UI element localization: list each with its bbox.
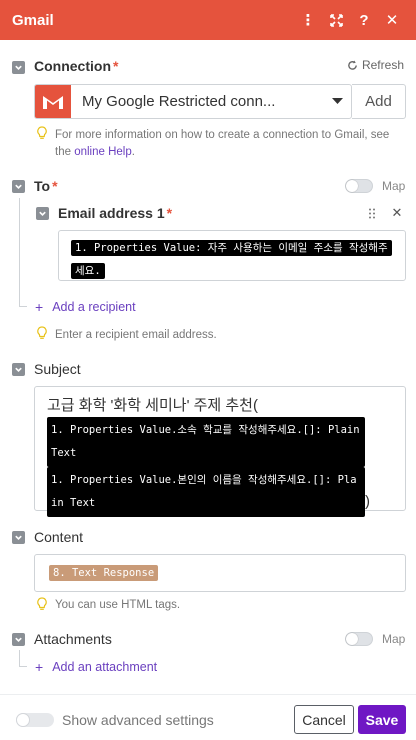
online-help-link[interactable]: online Help bbox=[74, 146, 132, 158]
connection-selected-value: My Google Restricted conn... bbox=[82, 93, 276, 110]
attachments-label: Attachments bbox=[34, 631, 112, 647]
connection-hint: For more information on how to create a … bbox=[55, 129, 390, 158]
to-hint: Enter a recipient email address. bbox=[55, 329, 217, 341]
lightbulb-icon bbox=[37, 326, 47, 339]
name-value-pill[interactable]: 1. Properties Value.본인의 이름을 작성해주세요.[]: P… bbox=[47, 467, 365, 517]
text-response-pill[interactable]: 8. Text Response bbox=[49, 565, 159, 581]
drag-handle-icon[interactable] bbox=[365, 205, 379, 221]
email-value-pill[interactable]: 1. Properties Value: 자주 사용하는 이메일 주소를 작성해… bbox=[71, 240, 392, 279]
more-options-icon[interactable]: ⋮ bbox=[294, 6, 322, 34]
add-attachment-button[interactable]: + Add an attachment bbox=[35, 659, 157, 675]
content-hint: You can use HTML tags. bbox=[55, 599, 181, 611]
cancel-button[interactable]: Cancel bbox=[294, 705, 354, 734]
email-address-1-label: Email address 1 * bbox=[58, 205, 173, 221]
plus-icon: + bbox=[35, 659, 44, 675]
to-label: To * bbox=[34, 178, 58, 194]
email-address-1-collapse-icon[interactable] bbox=[36, 207, 49, 220]
content-input[interactable]: 8. Text Response bbox=[34, 554, 406, 592]
add-recipient-button[interactable]: + Add a recipient bbox=[35, 299, 136, 315]
subject-label: Subject bbox=[34, 361, 81, 377]
attachments-collapse-icon[interactable] bbox=[12, 633, 25, 646]
to-map-label: Map bbox=[382, 179, 406, 193]
gmail-logo-icon bbox=[35, 85, 71, 118]
advanced-switch[interactable] bbox=[16, 713, 54, 727]
connection-collapse-icon[interactable] bbox=[12, 61, 25, 74]
close-icon[interactable]: ✕ bbox=[378, 6, 406, 34]
tree-line bbox=[19, 306, 27, 307]
module-header: Gmail ⋮ ? ✕ bbox=[0, 0, 416, 40]
tree-line bbox=[19, 666, 27, 667]
subject-suffix-text: ) bbox=[365, 493, 370, 510]
attachments-map-toggle[interactable] bbox=[345, 632, 373, 646]
lightbulb-icon bbox=[37, 597, 47, 610]
save-button[interactable]: Save bbox=[358, 705, 406, 734]
chevron-down-icon[interactable] bbox=[323, 98, 351, 105]
subject-input[interactable]: 고급 화학 '화학 세미나' 주제 추천( 1. Properties Valu… bbox=[34, 386, 406, 517]
tree-line bbox=[19, 198, 20, 306]
remove-item-icon[interactable]: ✕ bbox=[390, 205, 404, 221]
attachments-map-label: Map bbox=[382, 632, 406, 646]
to-map-toggle[interactable] bbox=[345, 179, 373, 193]
subject-prefix-text: 고급 화학 '화학 세미나' 주제 추천( bbox=[47, 397, 258, 414]
connection-label: Connection * bbox=[34, 58, 119, 74]
expand-icon[interactable] bbox=[322, 6, 350, 34]
module-title: Gmail bbox=[12, 11, 54, 29]
email-address-1-input[interactable]: 1. Properties Value: 자주 사용하는 이메일 주소를 작성해… bbox=[58, 230, 406, 281]
add-connection-button[interactable]: Add bbox=[352, 84, 406, 119]
refresh-button[interactable]: Refresh bbox=[347, 58, 404, 72]
footer-divider bbox=[0, 694, 416, 695]
advanced-settings-toggle[interactable]: Show advanced settings bbox=[16, 712, 214, 728]
school-value-pill[interactable]: 1. Properties Value.소속 학교를 작성해주세요.[]: Pl… bbox=[47, 417, 365, 467]
refresh-icon bbox=[348, 59, 357, 70]
connection-select[interactable]: My Google Restricted conn... bbox=[34, 84, 352, 119]
tree-line bbox=[19, 650, 20, 666]
content-collapse-icon[interactable] bbox=[12, 531, 25, 544]
help-icon[interactable]: ? bbox=[350, 6, 378, 34]
to-collapse-icon[interactable] bbox=[12, 180, 25, 193]
content-label: Content bbox=[34, 529, 84, 545]
plus-icon: + bbox=[35, 299, 44, 315]
subject-collapse-icon[interactable] bbox=[12, 363, 25, 376]
lightbulb-icon bbox=[37, 126, 47, 139]
